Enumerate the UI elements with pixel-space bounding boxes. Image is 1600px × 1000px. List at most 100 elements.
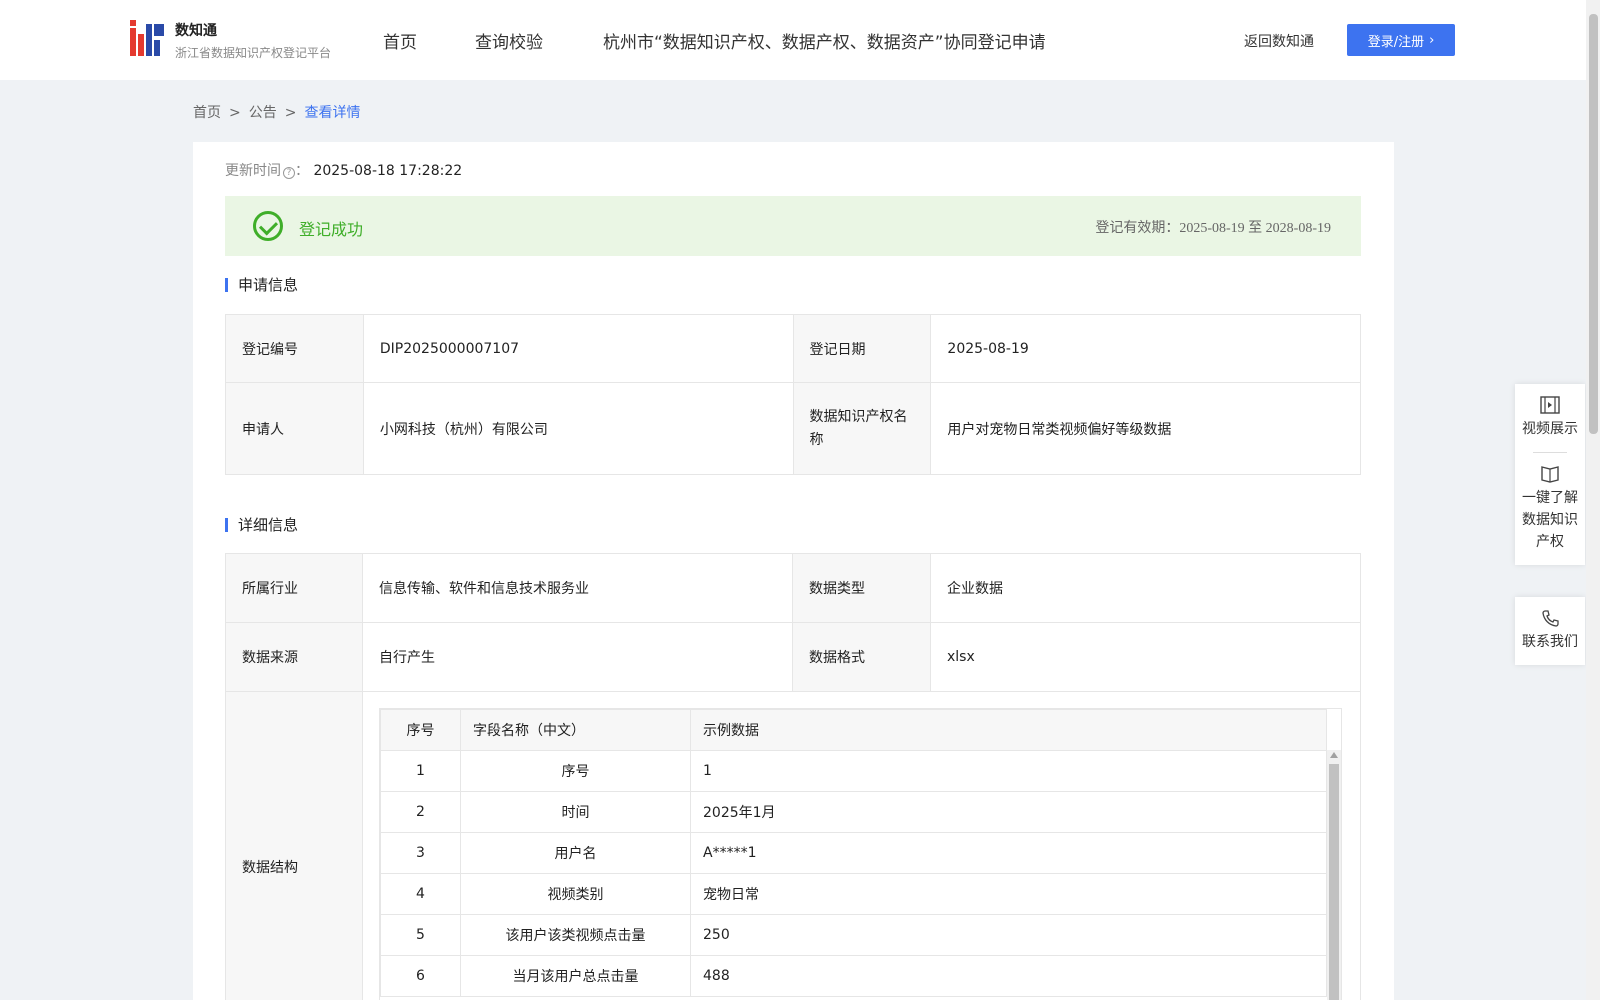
- nav-home[interactable]: 首页: [383, 28, 417, 53]
- cell-sample: 488: [690, 955, 1328, 997]
- table-row: 数据结构 序号 字段名称（中文） 示例数据 1 序号 1 2 时间 2025年1…: [224, 691, 1361, 1000]
- inner-scrollbar[interactable]: [1327, 750, 1342, 1000]
- video-label: 视频展示: [1522, 421, 1578, 437]
- back-link[interactable]: 返回数知通: [1244, 31, 1314, 51]
- scroll-up-arrow-icon[interactable]: [1330, 752, 1339, 758]
- page-scrollbar[interactable]: [1586, 0, 1600, 1000]
- industry-value: 信息传输、软件和信息技术服务业: [362, 553, 793, 623]
- cell-field: 时间: [460, 791, 692, 833]
- table-row: 2 时间 2025年1月: [380, 791, 1328, 833]
- top-header: 数知通 浙江省数据知识产权登记平台 首页 查询校验 杭州市“数据知识产权、数据产…: [0, 0, 1586, 80]
- update-time: 更新时间?： 2025-08-18 17:28:22: [225, 160, 462, 180]
- table-row: 数据来源 自行产生 数据格式 xlsx: [224, 622, 1362, 692]
- question-icon[interactable]: ?: [283, 167, 295, 179]
- structure-table-container[interactable]: 序号 字段名称（中文） 示例数据 1 序号 1 2 时间 2025年1月 3 用…: [379, 708, 1343, 1000]
- application-table: 登记编号 DIP2025000007107 登记日期 2025-08-19 申请…: [225, 314, 1361, 475]
- format-label: 数据格式: [792, 622, 931, 692]
- ip-name-label: 数据知识产权名称: [792, 382, 932, 475]
- status-banner: 登记成功 登记有效期：2025-08-19 至 2028-08-19: [225, 196, 1361, 256]
- header-field-name: 字段名称（中文）: [460, 709, 692, 751]
- cell-index: 1: [380, 750, 462, 792]
- learn-button[interactable]: 一键了解数据知识产权: [1515, 453, 1585, 565]
- breadcrumb-notice[interactable]: 公告: [249, 105, 277, 121]
- section-title-details: 详细信息: [225, 518, 298, 533]
- cell-index: 2: [380, 791, 462, 833]
- cell-sample: A*****1: [690, 832, 1328, 874]
- float-panel-bottom: 联系我们: [1515, 597, 1585, 665]
- applicant-value: 小网科技（杭州）有限公司: [362, 382, 794, 475]
- learn-label: 一键了解数据知识产权: [1522, 490, 1578, 550]
- structure-cell: 序号 字段名称（中文） 示例数据 1 序号 1 2 时间 2025年1月 3 用…: [362, 691, 1361, 1000]
- validity-period: 登记有效期：2025-08-19 至 2028-08-19: [1095, 217, 1331, 237]
- logo-text[interactable]: 数知通 浙江省数据知识产权登记平台: [175, 20, 331, 61]
- inner-scrollbar-thumb[interactable]: [1329, 764, 1340, 1000]
- contact-label: 联系我们: [1522, 634, 1578, 650]
- data-type-label: 数据类型: [792, 553, 931, 623]
- structure-table: 序号 字段名称（中文） 示例数据 1 序号 1 2 时间 2025年1月 3 用…: [380, 709, 1328, 997]
- table-row: 申请人 小网科技（杭州）有限公司 数据知识产权名称 用户对宠物日常类视频偏好等级…: [225, 382, 1361, 475]
- logo-icon[interactable]: [130, 20, 166, 58]
- format-value: xlsx: [929, 622, 1362, 692]
- reg-date-label: 登记日期: [792, 314, 932, 383]
- book-icon: [1541, 466, 1559, 483]
- cell-index: 3: [380, 832, 462, 874]
- industry-label: 所属行业: [224, 553, 364, 623]
- ip-name-value: 用户对宠物日常类视频偏好等级数据: [930, 382, 1361, 475]
- breadcrumb-separator: >: [229, 105, 241, 121]
- status-text: 登记成功: [299, 220, 364, 239]
- page-scrollbar-thumb[interactable]: [1589, 14, 1598, 434]
- logo-title: 数知通: [175, 23, 217, 39]
- cell-field: 该用户该类视频点击量: [460, 914, 692, 956]
- applicant-label: 申请人: [225, 382, 364, 475]
- table-row: 1 序号 1: [380, 750, 1328, 792]
- login-label: 登录/注册: [1367, 34, 1425, 50]
- cell-field: 视频类别: [460, 873, 692, 915]
- update-time-label: 更新时间: [225, 163, 281, 179]
- video-icon: [1540, 396, 1560, 414]
- structure-label: 数据结构: [224, 691, 364, 1000]
- table-row: 所属行业 信息传输、软件和信息技术服务业 数据类型 企业数据: [224, 553, 1362, 623]
- cell-sample: 1: [690, 750, 1328, 792]
- validity-label: 登记有效期：: [1095, 220, 1180, 236]
- logo-subtitle: 浙江省数据知识产权登记平台: [175, 46, 332, 60]
- section-title-application: 申请信息: [225, 278, 298, 293]
- breadcrumb-separator: >: [284, 105, 297, 121]
- header-sample: 示例数据: [690, 709, 1328, 751]
- update-time-value: 2025-08-18 17:28:22: [313, 163, 463, 179]
- nav-query[interactable]: 查询校验: [475, 28, 543, 53]
- breadcrumb: 首页 > 公告 > 查看详情: [193, 102, 360, 122]
- video-button[interactable]: 视频展示: [1515, 384, 1585, 452]
- header-index: 序号: [380, 709, 462, 751]
- cell-field: 当月该用户总点击量: [460, 955, 692, 997]
- breadcrumb-current: 查看详情: [304, 105, 361, 121]
- reg-no-label: 登记编号: [225, 314, 364, 383]
- colon: ：: [295, 163, 309, 179]
- validity-value: 2025-08-19 至 2028-08-19: [1179, 221, 1331, 236]
- table-row: 登记编号 DIP2025000007107 登记日期 2025-08-19: [225, 314, 1361, 383]
- breadcrumb-home[interactable]: 首页: [193, 105, 221, 121]
- reg-date-value: 2025-08-19: [930, 314, 1361, 383]
- check-circle-icon: [253, 211, 283, 241]
- cell-field: 序号: [460, 750, 692, 792]
- table-row: 4 视频类别 宠物日常: [380, 873, 1328, 915]
- cell-index: 4: [380, 873, 462, 915]
- table-row: 6 当月该用户总点击量 488: [380, 955, 1328, 997]
- structure-header-row: 序号 字段名称（中文） 示例数据: [380, 709, 1328, 751]
- detail-card: 更新时间?： 2025-08-18 17:28:22 登记成功 登记有效期：20…: [193, 142, 1394, 1000]
- nav-hangzhou-registration[interactable]: 杭州市“数据知识产权、数据产权、数据资产”协同登记申请: [603, 28, 1046, 53]
- float-panel-top: 视频展示 一键了解数据知识产权: [1515, 384, 1585, 565]
- reg-no-value: DIP2025000007107: [362, 314, 794, 383]
- cell-index: 5: [380, 914, 462, 956]
- cell-sample: 2025年1月: [690, 791, 1328, 833]
- details-table: 所属行业 信息传输、软件和信息技术服务业 数据类型 企业数据 数据来源 自行产生…: [224, 553, 1362, 1000]
- cell-sample: 250: [690, 914, 1328, 956]
- cell-field: 用户名: [460, 832, 692, 874]
- chevron-right-icon: ›: [1429, 32, 1435, 48]
- table-row: 3 用户名 A*****1: [380, 832, 1328, 874]
- contact-button[interactable]: 联系我们: [1515, 597, 1585, 665]
- login-button[interactable]: 登录/注册 ›: [1347, 24, 1455, 56]
- data-type-value: 企业数据: [929, 553, 1362, 623]
- source-value: 自行产生: [362, 622, 793, 692]
- cell-sample: 宠物日常: [690, 873, 1328, 915]
- phone-icon: [1542, 610, 1559, 627]
